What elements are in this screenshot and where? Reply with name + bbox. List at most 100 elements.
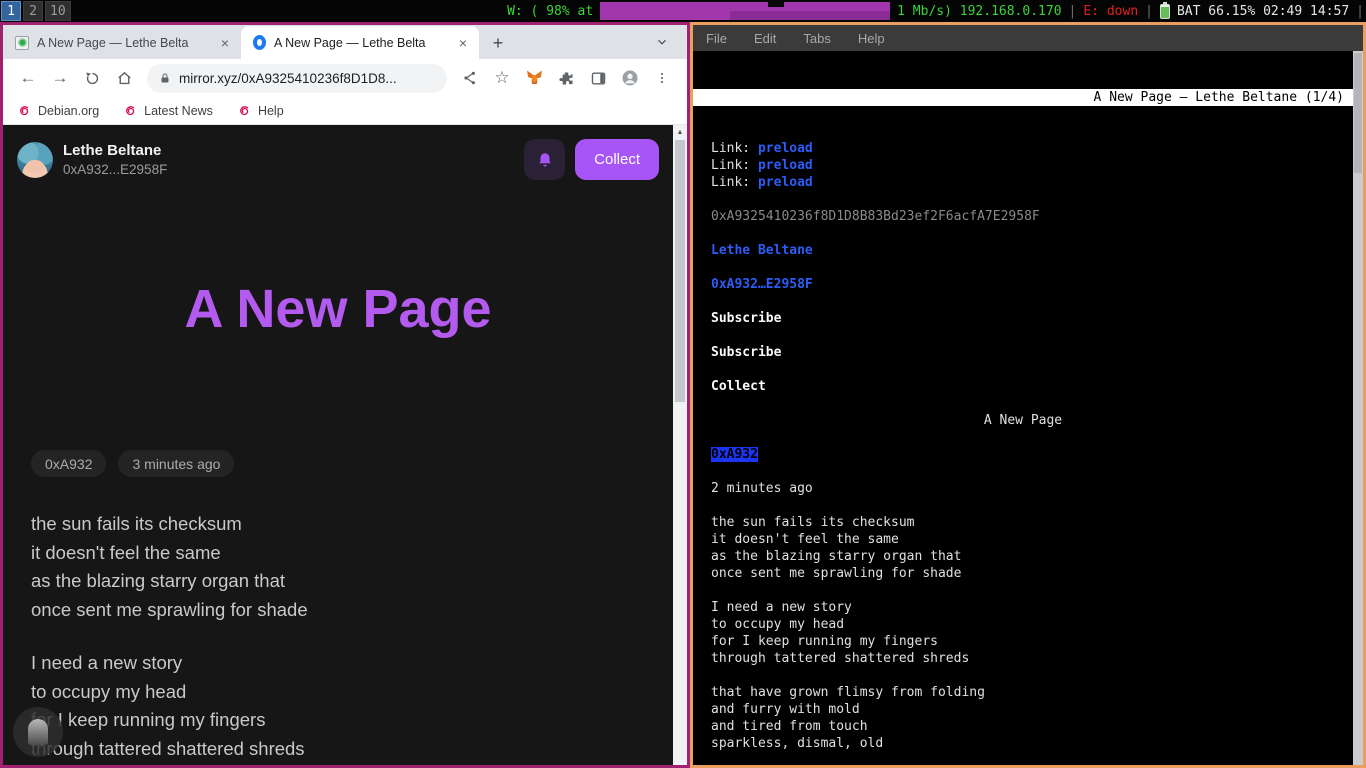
page-scrollbar[interactable]: ▲ [673, 125, 687, 765]
author-address[interactable]: 0xA932...E2958F [63, 162, 524, 177]
chrome-window: A New Page — Lethe Belta × A New Page — … [0, 22, 690, 768]
workspace-button-10[interactable]: 10 [45, 1, 71, 21]
terminal-menu-help[interactable]: Help [858, 31, 885, 46]
tag-row: 0xA9323 minutes ago [31, 450, 673, 477]
terminal-line: Subscribe [693, 310, 1353, 327]
browser-toolbar: ← → mirror.xyz/0xA9325410236f8D1D8... ☆ [3, 59, 687, 97]
terminal-menu-file[interactable]: File [706, 31, 727, 46]
new-tab-button[interactable]: + [485, 30, 511, 56]
terminal-line: through tattered shattered shreds [693, 650, 1353, 667]
terminal-window: File Edit Tabs Help A New Page — Lethe Belt… [690, 22, 1366, 768]
terminal-link[interactable]: 0xA932…E2958F [711, 277, 813, 292]
tab-title: A New Page — Lethe Belta [37, 36, 209, 50]
menu-dots-icon[interactable] [647, 63, 677, 93]
terminal-text: through tattered shattered shreds [711, 651, 969, 666]
tab-1[interactable]: A New Page — Lethe Belta × [3, 26, 241, 59]
terminal-line [693, 752, 1353, 765]
terminal-line: Link: preload [693, 157, 1353, 174]
terminal-line: 0xA932…E2958F [693, 276, 1353, 293]
terminal-line [693, 497, 1353, 514]
network-status: 1 Mb/s) 192.168.0.170 [897, 4, 1061, 19]
page-header: Lethe Beltane 0xA932...E2958F Collect [3, 125, 673, 180]
separator: | [1145, 4, 1153, 19]
back-icon[interactable]: ← [13, 63, 43, 93]
tab-close-icon[interactable]: × [455, 35, 471, 51]
terminal-link[interactable]: preload [758, 175, 813, 190]
terminal-selected-link[interactable]: 0xA932 [711, 447, 758, 462]
terminal-text: once sent me sprawling for shade [711, 566, 961, 581]
bookmark-label: Debian.org [38, 104, 99, 118]
terminal-lines: Link: preloadLink: preloadLink: preload … [693, 140, 1353, 765]
terminal-scrollbar[interactable] [1353, 51, 1363, 765]
metamask-fox-icon[interactable] [519, 63, 549, 93]
scroll-up-arrow-icon[interactable]: ▲ [673, 125, 687, 139]
bookmarks-bar: Debian.org Latest News Help [3, 97, 687, 125]
tab-2-active[interactable]: A New Page — Lethe Belta × [241, 26, 479, 59]
bookmark-debian-org[interactable]: Debian.org [17, 103, 99, 118]
w3m-title-line: A New Page — Lethe Beltane (1/4) [693, 89, 1353, 106]
bookmark-latest-news[interactable]: Latest News [123, 103, 213, 118]
terminal-line [693, 327, 1353, 344]
forward-icon[interactable]: → [45, 63, 75, 93]
author-avatar[interactable] [17, 142, 53, 178]
terminal-text: as the blazing starry organ that [711, 549, 961, 564]
share-icon[interactable] [455, 63, 485, 93]
terminal-line: 0xA9325410236f8D1D8B83Bd23ef2F6acfA7E295… [693, 208, 1353, 225]
terminal-text: and tired from touch [711, 719, 868, 734]
terminal-line: to occupy my head [693, 616, 1353, 633]
author-name[interactable]: Lethe Beltane [63, 142, 524, 159]
terminal-menu-edit[interactable]: Edit [754, 31, 776, 46]
bookmark-star-icon[interactable]: ☆ [487, 63, 517, 93]
bookmark-label: Latest News [144, 104, 213, 118]
terminal-line [693, 191, 1353, 208]
terminal-menu-tabs[interactable]: Tabs [803, 31, 830, 46]
terminal-line [693, 582, 1353, 599]
debian-swirl-icon [237, 103, 252, 118]
terminal-text: Link: [711, 141, 758, 156]
floating-subscribe-button[interactable] [13, 707, 63, 757]
side-panel-icon[interactable] [583, 63, 613, 93]
terminal-screen: A New Page — Lethe Beltane (1/4) Link: p… [693, 51, 1353, 765]
scrollbar-thumb[interactable] [675, 140, 685, 402]
terminal-link[interactable]: Lethe Beltane [711, 243, 813, 258]
tab-title: A New Page — Lethe Belta [274, 36, 447, 50]
home-icon[interactable] [109, 63, 139, 93]
bookmark-help[interactable]: Help [237, 103, 284, 118]
terminal-line: Lethe Beltane [693, 242, 1353, 259]
address-bar[interactable]: mirror.xyz/0xA9325410236f8D1D8... [147, 64, 447, 93]
poem-stanza: the sun fails its checksumit doesn't fee… [31, 510, 673, 625]
page-content: Lethe Beltane 0xA932...E2958F Collect A … [3, 125, 687, 765]
reload-icon[interactable] [77, 63, 107, 93]
tag-pill: 3 minutes ago [118, 450, 234, 477]
poem-stanza: I need a new storyto occupy my headfor I… [31, 649, 673, 764]
mirror-favicon [253, 35, 266, 50]
workspace-button-2[interactable]: 2 [23, 1, 43, 21]
page-favicon [15, 36, 29, 50]
battery-clock-status: BAT 66.15% 02:49 14:57 [1177, 4, 1349, 19]
scrollbar-thumb[interactable] [1354, 53, 1362, 173]
debian-swirl-icon [123, 103, 138, 118]
terminal-text: Link: [711, 175, 758, 190]
terminal-line [693, 429, 1353, 446]
tab-close-icon[interactable]: × [217, 35, 233, 51]
terminal-line: it doesn't feel the same [693, 531, 1353, 548]
poem: the sun fails its checksumit doesn't fee… [31, 510, 673, 764]
terminal-text: Collect [711, 379, 766, 394]
terminal-text: for I keep running my fingers [711, 634, 938, 649]
workspace-button-1[interactable]: 1 [1, 1, 21, 21]
extensions-puzzle-icon[interactable] [551, 63, 581, 93]
tab-strip: A New Page — Lethe Belta × A New Page — … [3, 25, 687, 59]
tab-search-chevron-icon[interactable] [651, 31, 673, 53]
collect-button[interactable]: Collect [575, 139, 659, 180]
censored-ssid-block [600, 2, 890, 20]
profile-avatar-icon[interactable] [615, 63, 645, 93]
terminal-line [693, 293, 1353, 310]
workspace-list: 1210 [1, 1, 71, 21]
terminal-link[interactable]: preload [758, 158, 813, 173]
terminal-link[interactable]: preload [758, 141, 813, 156]
terminal-text: I need a new story [711, 600, 852, 615]
terminal-line: sparkless, dismal, old [693, 735, 1353, 752]
terminal-line [693, 463, 1353, 480]
terminal-text: 0xA9325410236f8D1D8B83Bd23ef2F6acfA7E295… [711, 209, 1040, 224]
subscribe-bell-button[interactable] [524, 139, 565, 180]
